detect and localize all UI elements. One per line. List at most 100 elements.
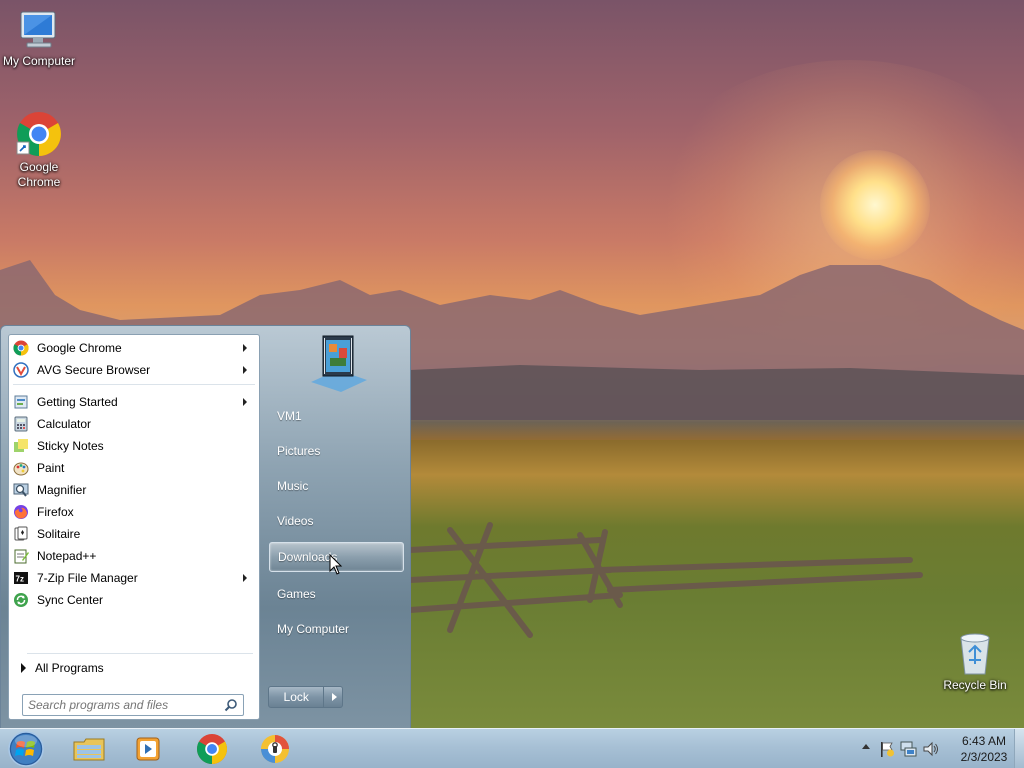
program-label: Solitaire bbox=[37, 527, 81, 541]
chrome-icon bbox=[196, 734, 228, 764]
action-center-flag-icon[interactable] bbox=[878, 740, 896, 758]
program-paint[interactable]: Paint bbox=[9, 457, 259, 479]
show-desktop-button[interactable] bbox=[1014, 729, 1024, 768]
desktop-icon-recycle-bin[interactable]: Recycle Bin bbox=[937, 630, 1013, 693]
submenu-arrow-icon[interactable] bbox=[243, 344, 247, 352]
7zip-icon: 7z bbox=[14, 572, 28, 584]
place-label: VM1 bbox=[277, 409, 302, 423]
show-hidden-icons-button[interactable] bbox=[862, 744, 870, 749]
all-programs-separator bbox=[27, 653, 253, 654]
clock[interactable]: 6:43 AM 2/3/2023 bbox=[949, 733, 1019, 765]
submenu-arrow-icon[interactable] bbox=[243, 398, 247, 406]
media-player-icon bbox=[136, 737, 160, 761]
program-label: Getting Started bbox=[37, 395, 118, 409]
desktop-icon-label: Recycle Bin bbox=[943, 678, 1007, 692]
expand-arrow-icon bbox=[21, 663, 26, 673]
program-label: Sticky Notes bbox=[37, 439, 104, 453]
program-label: Sync Center bbox=[37, 593, 104, 607]
place-label: Games bbox=[277, 587, 316, 601]
place-vm1[interactable]: VM1 bbox=[269, 401, 404, 431]
program-label: Paint bbox=[37, 461, 65, 475]
place-label: Pictures bbox=[277, 444, 321, 458]
search-box[interactable] bbox=[22, 694, 244, 716]
user-picture-icon[interactable] bbox=[305, 332, 371, 392]
program-label: AVG Secure Browser bbox=[37, 363, 151, 377]
desktop-icon-my-computer[interactable]: My Computer bbox=[1, 8, 77, 69]
mouse-cursor-icon bbox=[329, 554, 343, 575]
desktop-icon-label: My Computer bbox=[2, 54, 76, 68]
vpn-icon bbox=[261, 735, 289, 763]
program-notepadpp[interactable]: Notepad++ bbox=[9, 545, 259, 567]
svg-text:7z: 7z bbox=[16, 575, 24, 584]
submenu-arrow-icon[interactable] bbox=[243, 366, 247, 374]
program-solitaire[interactable]: Solitaire bbox=[9, 523, 259, 545]
getting-started-icon bbox=[14, 395, 28, 409]
lock-label: Lock bbox=[283, 690, 309, 704]
sync-center-icon bbox=[14, 593, 28, 607]
paint-icon bbox=[13, 462, 29, 476]
lock-button[interactable]: Lock bbox=[268, 686, 325, 708]
place-label: Music bbox=[277, 479, 309, 493]
start-menu-programs-pane: Google Chrome AVG Secure Browser Getting… bbox=[8, 334, 260, 720]
program-label: Magnifier bbox=[37, 483, 87, 497]
search-icon[interactable] bbox=[224, 698, 238, 712]
system-tray: 6:43 AM 2/3/2023 bbox=[834, 729, 1024, 768]
avg-browser-icon bbox=[13, 362, 29, 378]
program-label: Firefox bbox=[37, 505, 74, 519]
firefox-icon bbox=[14, 505, 28, 519]
taskbar-google-chrome[interactable] bbox=[187, 731, 237, 767]
desktop-icon-label: Google Chrome bbox=[17, 160, 61, 189]
clock-date: 2/3/2023 bbox=[960, 750, 1008, 764]
pinned-programs: Google Chrome AVG Secure Browser bbox=[9, 337, 259, 381]
desktop-icon-google-chrome[interactable]: Google Chrome bbox=[1, 110, 77, 190]
wooden-fence bbox=[410, 522, 923, 638]
windows-explorer-icon bbox=[73, 738, 105, 761]
search-input[interactable] bbox=[28, 695, 218, 715]
program-label: 7-Zip File Manager bbox=[37, 571, 138, 585]
place-my-computer[interactable]: My Computer bbox=[269, 614, 404, 644]
program-sync-center[interactable]: Sync Center bbox=[9, 589, 259, 611]
recycle-bin-icon bbox=[960, 633, 990, 675]
start-button[interactable] bbox=[6, 730, 46, 768]
program-magnifier[interactable]: Magnifier bbox=[9, 479, 259, 501]
submenu-arrow-icon[interactable] bbox=[243, 574, 247, 582]
solitaire-icon bbox=[14, 526, 28, 541]
place-music[interactable]: Music bbox=[269, 471, 404, 501]
program-google-chrome[interactable]: Google Chrome bbox=[9, 337, 259, 359]
program-avg-secure-browser[interactable]: AVG Secure Browser bbox=[9, 359, 259, 381]
shutdown-options-arrow-icon[interactable] bbox=[324, 686, 343, 708]
program-7zip-file-manager[interactable]: 7z 7-Zip File Manager bbox=[9, 567, 259, 589]
sun bbox=[820, 150, 930, 260]
magnifier-icon bbox=[13, 483, 29, 497]
recent-programs: Getting Started Calculator Sticky Notes … bbox=[9, 391, 259, 611]
chrome-icon bbox=[13, 340, 29, 356]
place-videos[interactable]: Videos bbox=[269, 506, 404, 536]
program-firefox[interactable]: Firefox bbox=[9, 501, 259, 523]
sticky-notes-icon bbox=[14, 439, 28, 452]
lock-button-group: Lock bbox=[268, 686, 343, 708]
taskbar-media-player[interactable] bbox=[124, 731, 174, 767]
volume-icon[interactable] bbox=[922, 740, 940, 758]
program-sticky-notes[interactable]: Sticky Notes bbox=[9, 435, 259, 457]
computer-icon bbox=[20, 11, 56, 48]
chrome-icon bbox=[16, 112, 61, 156]
all-programs-label: All Programs bbox=[35, 661, 104, 675]
place-games[interactable]: Games bbox=[269, 579, 404, 609]
place-label: Videos bbox=[277, 514, 314, 528]
program-label: Calculator bbox=[37, 417, 92, 431]
place-pictures[interactable]: Pictures bbox=[269, 436, 404, 466]
clock-time: 6:43 AM bbox=[961, 734, 1007, 748]
taskbar-windows-explorer[interactable] bbox=[64, 731, 114, 767]
start-menu: Google Chrome AVG Secure Browser Getting… bbox=[0, 325, 411, 729]
network-icon[interactable] bbox=[900, 740, 918, 758]
taskbar-vpn-app[interactable] bbox=[250, 731, 300, 767]
all-programs-button[interactable]: All Programs bbox=[17, 657, 104, 679]
taskbar: 6:43 AM 2/3/2023 bbox=[0, 728, 1024, 768]
program-getting-started[interactable]: Getting Started bbox=[9, 391, 259, 413]
program-label: Notepad++ bbox=[37, 549, 97, 563]
program-label: Google Chrome bbox=[37, 341, 122, 355]
notepadpp-icon bbox=[14, 549, 29, 564]
place-label: My Computer bbox=[277, 622, 350, 636]
pinned-separator bbox=[13, 384, 255, 385]
program-calculator[interactable]: Calculator bbox=[9, 413, 259, 435]
